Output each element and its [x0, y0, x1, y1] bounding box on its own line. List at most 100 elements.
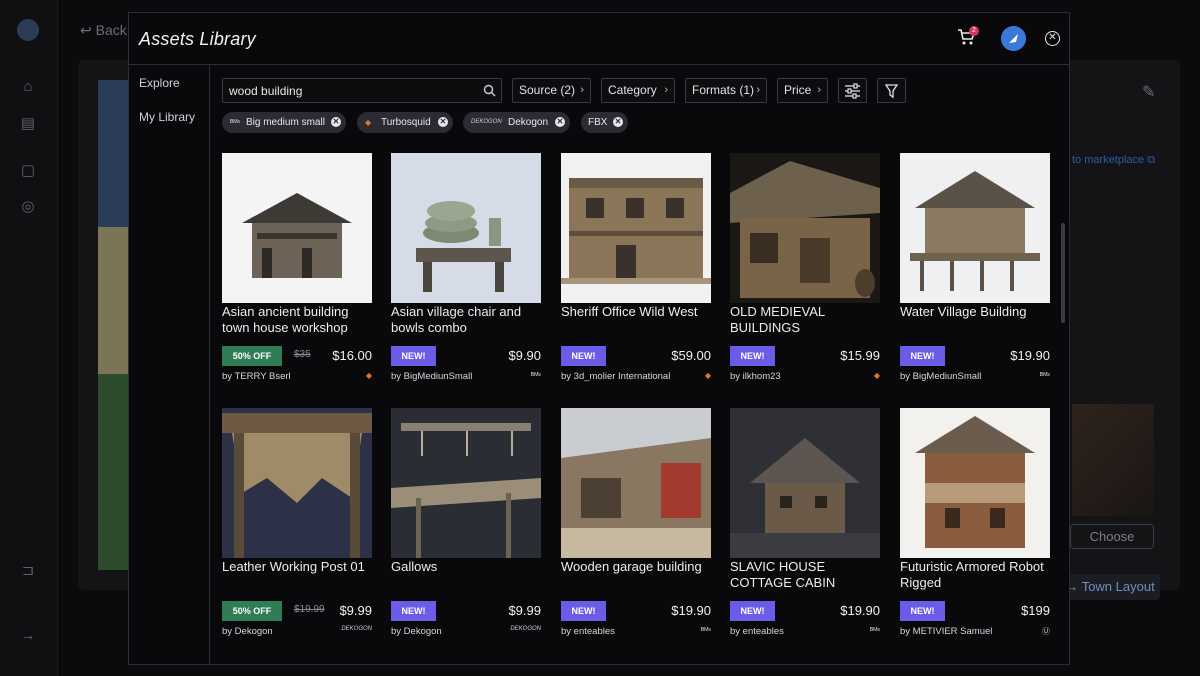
- store-icon[interactable]: ▤: [19, 115, 37, 133]
- filter-formats[interactable]: Formats (1) ›: [685, 78, 767, 103]
- background-thumbnail: [1072, 404, 1154, 516]
- world-icon[interactable]: ◎: [19, 198, 37, 216]
- asset-title[interactable]: Wooden garage building: [561, 559, 711, 575]
- close-button[interactable]: ✕: [1045, 31, 1060, 46]
- source-logo-icon: DEKOGON: [341, 626, 372, 632]
- asset-card[interactable]: Water Village Building NEW! $19.90 by BigMe…: [900, 153, 1050, 393]
- asset-title[interactable]: OLD MEDIEVAL BUILDINGS: [730, 304, 880, 336]
- logout-icon[interactable]: →: [19, 627, 37, 645]
- asset-thumbnail[interactable]: [561, 408, 711, 558]
- chip-label: FBX: [588, 117, 608, 128]
- source-logo-icon: ᴮᴹˢ: [530, 371, 541, 380]
- asset-title[interactable]: Asian village chair and bowls combo: [391, 304, 541, 336]
- town-layout-button[interactable]: → Town Layout: [1060, 574, 1160, 600]
- chip-turbosquid: ◆ Turbosquid ✕: [357, 112, 453, 133]
- funnel-button[interactable]: [877, 78, 906, 103]
- remove-chip-icon[interactable]: ✕: [555, 117, 565, 127]
- asset-title[interactable]: Asian ancient building town house worksh…: [222, 304, 372, 336]
- asset-price: $19.90: [1010, 348, 1050, 363]
- back-link[interactable]: ↩ Back: [80, 22, 127, 39]
- filter-price-label: Price: [784, 83, 812, 97]
- asset-title[interactable]: SLAVIC HOUSE COTTAGE CABIN: [730, 559, 880, 591]
- asset-price: $199: [1021, 603, 1050, 618]
- asset-title[interactable]: Sheriff Office Wild West: [561, 304, 711, 320]
- filter-category-label: Category: [608, 83, 657, 97]
- new-badge: NEW!: [391, 346, 436, 366]
- asset-price: $16.00: [332, 348, 372, 363]
- asset-author[interactable]: by BigMediunSmall: [391, 371, 472, 382]
- sliders-icon: [845, 83, 860, 99]
- asset-thumbnail[interactable]: [391, 408, 541, 558]
- chip-big-medium-small: ᴮᴹˢ Big medium small ✕: [222, 112, 346, 133]
- chip-label: Turbosquid: [381, 117, 431, 128]
- filter-source[interactable]: Source (2) ›: [512, 78, 591, 103]
- asset-card[interactable]: Leather Working Post 01 50% OFF $19.99 $9.9…: [222, 408, 372, 648]
- sliders-button[interactable]: [838, 78, 867, 103]
- chevron-right-icon: ›: [664, 84, 668, 96]
- asset-author[interactable]: by 3d_molier International: [561, 371, 670, 382]
- asset-price: $15.99: [840, 348, 880, 363]
- asset-card[interactable]: Sheriff Office Wild West NEW! $59.00 by 3d_…: [561, 153, 711, 393]
- asset-title[interactable]: Futuristic Armored Robot Rigged: [900, 559, 1050, 591]
- asset-card[interactable]: SLAVIC HOUSE COTTAGE CABIN NEW! $19.90 by e…: [730, 408, 880, 648]
- asset-card[interactable]: Wooden garage building NEW! $19.90 by entea…: [561, 408, 711, 648]
- original-price: $35: [294, 349, 311, 360]
- filter-source-label: Source (2): [519, 83, 576, 97]
- asset-card[interactable]: Asian ancient building town house worksh…: [222, 153, 372, 393]
- asset-thumbnail[interactable]: [730, 153, 880, 303]
- search-icon[interactable]: [483, 84, 496, 97]
- bag-icon[interactable]: ▢: [19, 162, 37, 180]
- asset-card[interactable]: Futuristic Armored Robot Rigged NEW! $199 b…: [900, 408, 1050, 648]
- filter-price[interactable]: Price ›: [777, 78, 828, 103]
- cart-side-icon[interactable]: ⊐: [19, 562, 37, 580]
- asset-title[interactable]: Gallows: [391, 559, 541, 575]
- user-avatar[interactable]: [1001, 26, 1026, 51]
- asset-card[interactable]: Asian village chair and bowls combo NEW! $…: [391, 153, 541, 393]
- source-logo-icon: ◆: [704, 371, 711, 380]
- chip-source-logo: ◆: [365, 118, 372, 127]
- grid-scrollbar[interactable]: [1061, 223, 1065, 323]
- remove-chip-icon[interactable]: ✕: [613, 117, 623, 127]
- modal-title: Assets Library: [139, 29, 256, 49]
- asset-thumbnail[interactable]: [222, 408, 372, 558]
- chevron-right-icon: ›: [580, 84, 584, 96]
- home-icon[interactable]: ⌂: [19, 78, 37, 96]
- asset-author[interactable]: by enteables: [561, 626, 615, 637]
- asset-thumbnail[interactable]: [900, 153, 1050, 303]
- asset-author[interactable]: by Dekogon: [391, 626, 442, 637]
- asset-author[interactable]: by TERRY Bserl: [222, 371, 291, 382]
- asset-thumbnail[interactable]: [900, 408, 1050, 558]
- asset-title[interactable]: Leather Working Post 01: [222, 559, 372, 575]
- asset-author[interactable]: by METIVIER Samuel: [900, 626, 992, 637]
- source-logo-icon: ◆: [873, 371, 880, 380]
- edit-icon[interactable]: ✎: [1142, 82, 1155, 102]
- search-input[interactable]: [229, 83, 469, 99]
- new-badge: NEW!: [900, 601, 945, 621]
- library-content: Source (2) › Category › Formats (1)› Price…: [211, 65, 1069, 665]
- filter-category[interactable]: Category ›: [601, 78, 675, 103]
- asset-author[interactable]: by ilkhom23: [730, 371, 781, 382]
- asset-thumbnail[interactable]: [391, 153, 541, 303]
- asset-card[interactable]: Gallows NEW! $9.99 by Dekogon DEKOGON: [391, 408, 541, 648]
- asset-thumbnail[interactable]: [730, 408, 880, 558]
- funnel-icon: [884, 84, 899, 99]
- source-logo-icon: ᴮᴹˢ: [1039, 371, 1050, 380]
- remove-chip-icon[interactable]: ✕: [438, 117, 448, 127]
- asset-price: $19.90: [840, 603, 880, 618]
- asset-title[interactable]: Water Village Building: [900, 304, 1050, 320]
- discount-badge: 50% OFF: [222, 346, 282, 366]
- choose-button[interactable]: Choose: [1070, 524, 1154, 549]
- asset-author[interactable]: by enteables: [730, 626, 784, 637]
- assets-library-modal: Assets Library 2 ✕ Explore My Library So…: [128, 12, 1070, 665]
- asset-thumbnail[interactable]: [561, 153, 711, 303]
- asset-author[interactable]: by BigMediunSmall: [900, 371, 981, 382]
- nav-explore[interactable]: Explore: [139, 76, 180, 90]
- new-badge: NEW!: [730, 346, 775, 366]
- asset-author[interactable]: by Dekogon: [222, 626, 273, 637]
- chip-fbx: FBX ✕: [581, 112, 628, 133]
- asset-thumbnail[interactable]: [222, 153, 372, 303]
- marketplace-link[interactable]: to marketplace ⧉: [1072, 154, 1155, 167]
- remove-chip-icon[interactable]: ✕: [331, 117, 341, 127]
- nav-my-library[interactable]: My Library: [139, 110, 195, 124]
- asset-card[interactable]: OLD MEDIEVAL BUILDINGS NEW! $15.99 by ilkho…: [730, 153, 880, 393]
